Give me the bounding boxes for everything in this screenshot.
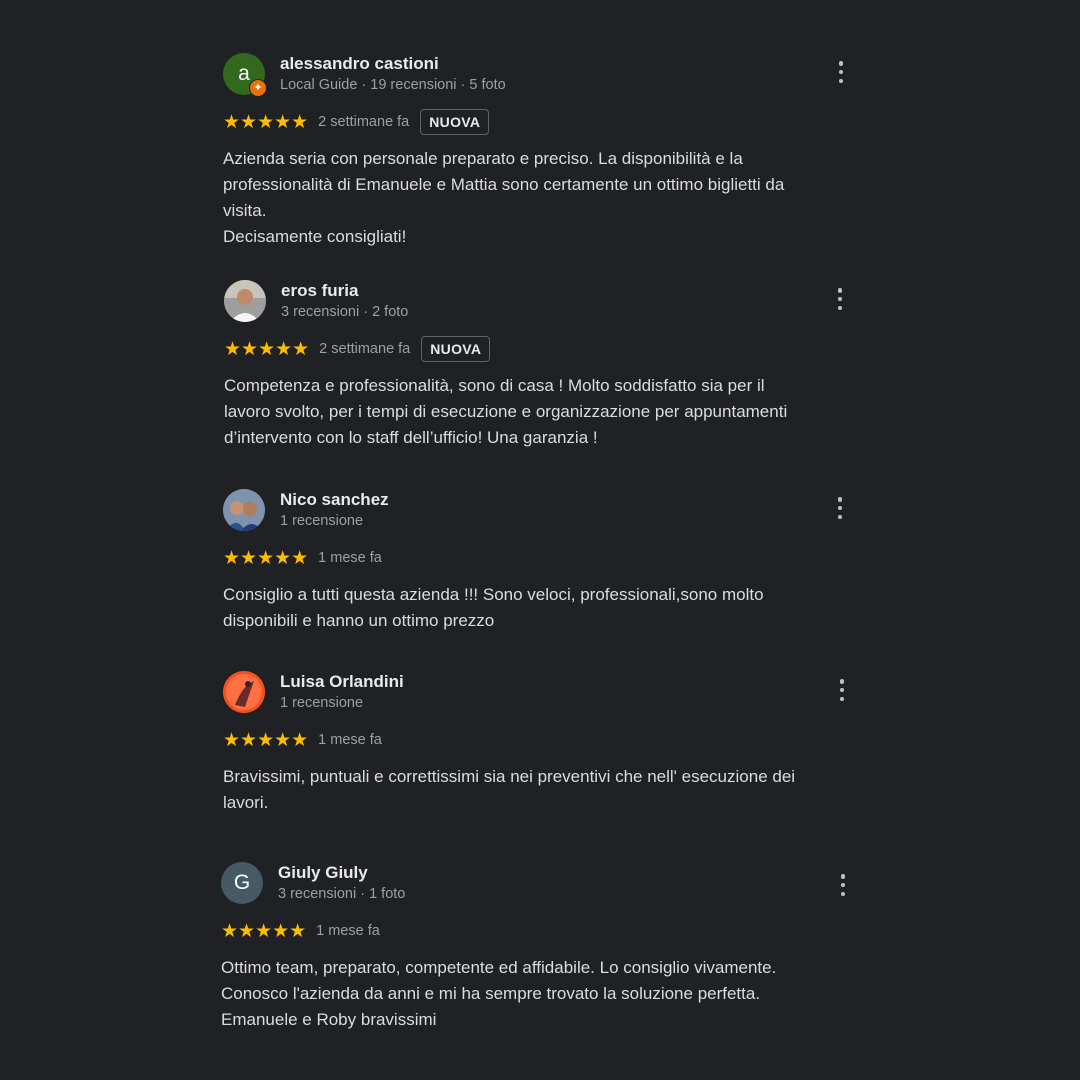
avatar[interactable] <box>223 489 265 531</box>
review-header: Nico sanchez 1 recensione <box>223 489 863 537</box>
review-header: eros furia 3 recensioni · 2 foto <box>224 280 864 328</box>
review-text: Ottimo team, preparato, competente ed af… <box>221 958 777 1029</box>
review-time: 2 settimane fa <box>318 114 410 130</box>
reviewer-meta: Local Guide · 19 recensioni · 5 foto <box>280 77 506 93</box>
avatar[interactable] <box>223 671 265 713</box>
rating-row: ★★★★★ 2 settimane fa NUOVA <box>223 108 863 136</box>
profile-photo-icon <box>223 671 265 713</box>
more-vert-icon[interactable] <box>832 286 848 312</box>
rating-row: ★★★★★ 2 settimane fa NUOVA <box>224 335 864 363</box>
avatar[interactable]: G <box>221 862 263 904</box>
avatar-letter: G <box>233 871 251 894</box>
rating-row: ★★★★★ 1 mese fa <box>223 544 863 572</box>
avatar[interactable] <box>224 280 266 322</box>
reviewer-name[interactable]: alessandro castioni <box>280 54 439 74</box>
avatar-letter: a <box>238 62 250 85</box>
review-card: Nico sanchez 1 recensione ★★★★★ 1 mese f… <box>223 489 863 634</box>
reviewer-meta: 3 recensioni · 1 foto <box>278 886 406 902</box>
more-vert-icon[interactable] <box>834 677 850 703</box>
profile-photo-icon <box>224 280 266 322</box>
review-header: G Giuly Giuly 3 recensioni · 1 foto <box>221 862 861 910</box>
review-card: G Giuly Giuly 3 recensioni · 1 foto ★★★★… <box>221 862 861 1033</box>
reviewer-name[interactable]: Luisa Orlandini <box>280 672 404 692</box>
more-vert-icon[interactable] <box>835 872 851 898</box>
star-rating: ★★★★★ <box>221 920 307 942</box>
review-card: a ✦ alessandro castioni Local Guide · 19… <box>223 53 863 250</box>
review-text: Azienda seria con personale preparato e … <box>223 149 785 246</box>
local-guide-badge-icon: ✦ <box>249 79 267 97</box>
star-rating: ★★★★★ <box>224 338 310 360</box>
star-rating: ★★★★★ <box>223 547 309 569</box>
more-vert-icon[interactable] <box>833 59 849 85</box>
review-header: a ✦ alessandro castioni Local Guide · 19… <box>223 53 863 101</box>
reviewer-name[interactable]: eros furia <box>281 281 358 301</box>
review-text: Consiglio a tutti questa azienda !!! Son… <box>223 585 764 630</box>
reviewer-name[interactable]: Giuly Giuly <box>278 863 368 883</box>
new-badge: NUOVA <box>421 336 491 362</box>
star-rating: ★★★★★ <box>223 111 309 133</box>
reviewer-meta: 1 recensione <box>280 513 364 529</box>
review-text: Bravissimi, puntuali e correttissimi sia… <box>223 767 796 812</box>
new-badge: NUOVA <box>420 109 490 135</box>
reviewer-meta: 1 recensione <box>280 695 364 711</box>
more-vert-icon[interactable] <box>832 495 848 521</box>
star-rating: ★★★★★ <box>223 729 309 751</box>
review-header: Luisa Orlandini 1 recensione <box>223 671 863 719</box>
reviewer-meta: 3 recensioni · 2 foto <box>281 304 409 320</box>
rating-row: ★★★★★ 1 mese fa <box>221 917 861 945</box>
reviewer-name[interactable]: Nico sanchez <box>280 490 389 510</box>
review-time: 1 mese fa <box>318 732 382 748</box>
review-time: 2 settimane fa <box>319 341 411 357</box>
rating-row: ★★★★★ 1 mese fa <box>223 726 863 754</box>
review-card: eros furia 3 recensioni · 2 foto ★★★★★ 2… <box>224 280 864 451</box>
review-time: 1 mese fa <box>316 923 380 939</box>
review-time: 1 mese fa <box>318 550 382 566</box>
profile-photo-icon <box>223 489 265 531</box>
review-text: Competenza e professionalità, sono di ca… <box>224 376 788 447</box>
review-card: Luisa Orlandini 1 recensione ★★★★★ 1 mes… <box>223 671 863 816</box>
